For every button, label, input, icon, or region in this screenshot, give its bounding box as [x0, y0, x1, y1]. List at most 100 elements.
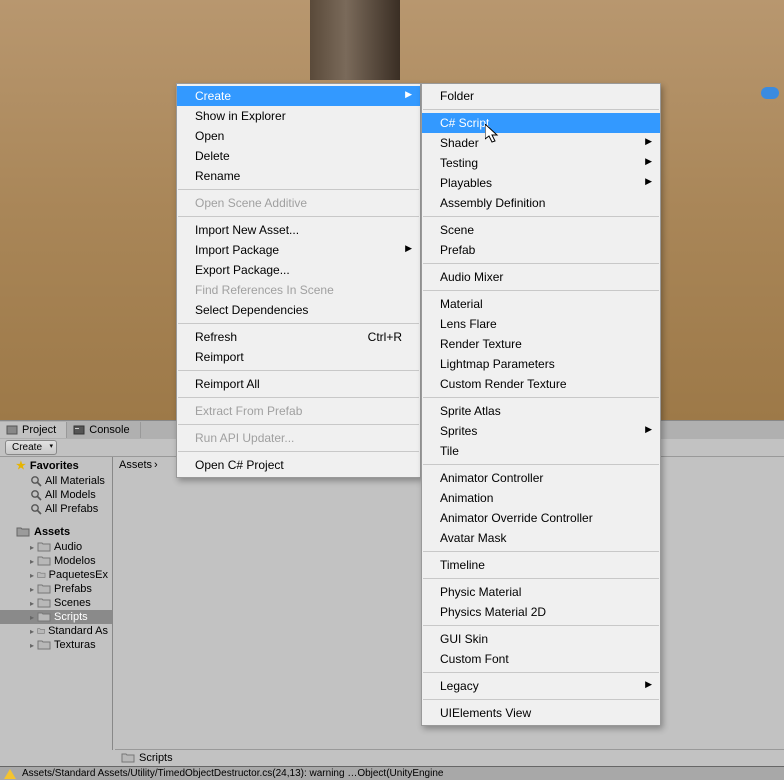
chevron-right-icon: ▸ [30, 557, 34, 566]
menu-item[interactable]: Prefab [422, 240, 660, 260]
menu-item[interactable]: Delete [177, 146, 420, 166]
assets-header[interactable]: Assets [0, 524, 112, 540]
menu-item[interactable]: GUI Skin [422, 629, 660, 649]
menu-separator [423, 625, 659, 626]
create-submenu[interactable]: Folder C# ScriptShader▶Testing▶Playables▶… [421, 83, 661, 726]
menu-item-label: Open [195, 129, 224, 143]
menu-item[interactable]: Reimport All [177, 374, 420, 394]
menu-item[interactable]: Shader▶ [422, 133, 660, 153]
menu-item-label: Physic Material [440, 585, 521, 599]
scene-object [310, 0, 400, 80]
menu-item[interactable]: Avatar Mask [422, 528, 660, 548]
menu-item[interactable]: Assembly Definition [422, 193, 660, 213]
breadcrumb-root[interactable]: Assets [119, 459, 152, 471]
tree-favorite-item[interactable]: All Materials [0, 474, 112, 488]
menu-item-label: UIElements View [440, 706, 531, 720]
menu-item[interactable]: Open [177, 126, 420, 146]
menu-item[interactable]: Folder [422, 86, 660, 106]
menu-item[interactable]: Animation [422, 488, 660, 508]
menu-item-label: Open Scene Additive [195, 196, 307, 210]
menu-separator [178, 189, 419, 190]
menu-item[interactable]: Lightmap Parameters [422, 354, 660, 374]
menu-item[interactable]: Select Dependencies [177, 300, 420, 320]
menu-item-label: Rename [195, 169, 240, 183]
tab-label: Project [22, 424, 56, 436]
menu-item-label: Sprites [440, 424, 477, 438]
menu-item[interactable]: UIElements View [422, 703, 660, 723]
assets-label: Assets [34, 526, 70, 538]
project-tree[interactable]: ★ Favorites All MaterialsAll ModelsAll P… [0, 457, 113, 750]
menu-item[interactable]: Lens Flare [422, 314, 660, 334]
menu-item[interactable]: Animator Controller [422, 468, 660, 488]
menu-item[interactable]: Legacy▶ [422, 676, 660, 696]
menu-item-label: Timeline [440, 558, 485, 572]
menu-item[interactable]: Import New Asset... [177, 220, 420, 240]
menu-item[interactable]: Tile [422, 441, 660, 461]
menu-item[interactable]: Create▶ [177, 86, 420, 106]
menu-item[interactable]: Render Texture [422, 334, 660, 354]
menu-item[interactable]: Audio Mixer [422, 267, 660, 287]
tree-item-label: All Models [45, 489, 96, 501]
tree-item-label: Modelos [54, 555, 96, 567]
menu-item-label: Folder [440, 89, 474, 103]
tree-asset-item[interactable]: ▸Texturas [0, 638, 112, 652]
search-icon [30, 503, 42, 515]
menu-item[interactable]: RefreshCtrl+R [177, 327, 420, 347]
favorites-header[interactable]: ★ Favorites [0, 457, 112, 474]
menu-item[interactable]: Sprites▶ [422, 421, 660, 441]
menu-item-label: Legacy [440, 679, 479, 693]
menu-item[interactable]: Timeline [422, 555, 660, 575]
tree-asset-item[interactable]: ▸Audio [0, 540, 112, 554]
menu-item[interactable]: Material [422, 294, 660, 314]
menu-item[interactable]: Testing▶ [422, 153, 660, 173]
tree-favorite-item[interactable]: All Prefabs [0, 502, 112, 516]
tree-asset-item[interactable]: ▸Scenes [0, 596, 112, 610]
menu-item-label: Reimport [195, 350, 244, 364]
statusbar[interactable]: Assets/Standard Assets/Utility/TimedObje… [0, 766, 784, 780]
tab-project[interactable]: Project [0, 422, 67, 438]
menu-item[interactable]: C# Script [422, 113, 660, 133]
tree-asset-item[interactable]: ▸Scripts [0, 610, 112, 624]
scene-gizmo-badge[interactable] [761, 87, 779, 99]
menu-item[interactable]: Rename [177, 166, 420, 186]
context-menu[interactable]: Create▶ Show in Explorer Open Delete Rename O… [176, 83, 421, 478]
menu-item[interactable]: Physics Material 2D [422, 602, 660, 622]
tree-asset-item[interactable]: ▸Standard As [0, 624, 112, 638]
tree-item-label: PaquetesEx [49, 569, 108, 581]
tree-item-label: Prefabs [54, 583, 92, 595]
create-button[interactable]: Create [5, 440, 57, 455]
menu-item-label: Show in Explorer [195, 109, 286, 123]
menu-item[interactable]: Physic Material [422, 582, 660, 602]
menu-item[interactable]: Custom Font [422, 649, 660, 669]
tree-favorite-item[interactable]: All Models [0, 488, 112, 502]
breadcrumb-arrow: › [154, 459, 158, 471]
menu-item[interactable]: Scene [422, 220, 660, 240]
menu-item[interactable]: Custom Render Texture [422, 374, 660, 394]
menu-item-label: Render Texture [440, 337, 522, 351]
tab-console[interactable]: Console [67, 422, 140, 438]
status-text: Assets/Standard Assets/Utility/TimedObje… [22, 768, 443, 779]
project-icon [6, 424, 18, 436]
tree-asset-item[interactable]: ▸ Modelos [0, 554, 112, 568]
menu-item-label: Avatar Mask [440, 531, 506, 545]
menu-separator [423, 216, 659, 217]
menu-item[interactable]: Animator Override Controller [422, 508, 660, 528]
menu-item[interactable]: Import Package▶ [177, 240, 420, 260]
menu-item-label: Physics Material 2D [440, 605, 546, 619]
folder-icon [37, 555, 51, 567]
menu-separator [423, 290, 659, 291]
menu-separator [423, 464, 659, 465]
menu-item[interactable]: Show in Explorer [177, 106, 420, 126]
menu-item-label: Scene [440, 223, 474, 237]
menu-item[interactable]: Playables▶ [422, 173, 660, 193]
tree-asset-item[interactable]: ▸Prefabs [0, 582, 112, 596]
menu-item[interactable]: Export Package... [177, 260, 420, 280]
menu-item-label: Assembly Definition [440, 196, 545, 210]
menu-separator [423, 578, 659, 579]
menu-item[interactable]: Reimport [177, 347, 420, 367]
menu-item[interactable]: Sprite Atlas [422, 401, 660, 421]
menu-item-label: Playables [440, 176, 492, 190]
menu-item[interactable]: Open C# Project [177, 455, 420, 475]
star-icon: ★ [16, 459, 26, 472]
tree-asset-item[interactable]: ▸PaquetesEx [0, 568, 112, 582]
